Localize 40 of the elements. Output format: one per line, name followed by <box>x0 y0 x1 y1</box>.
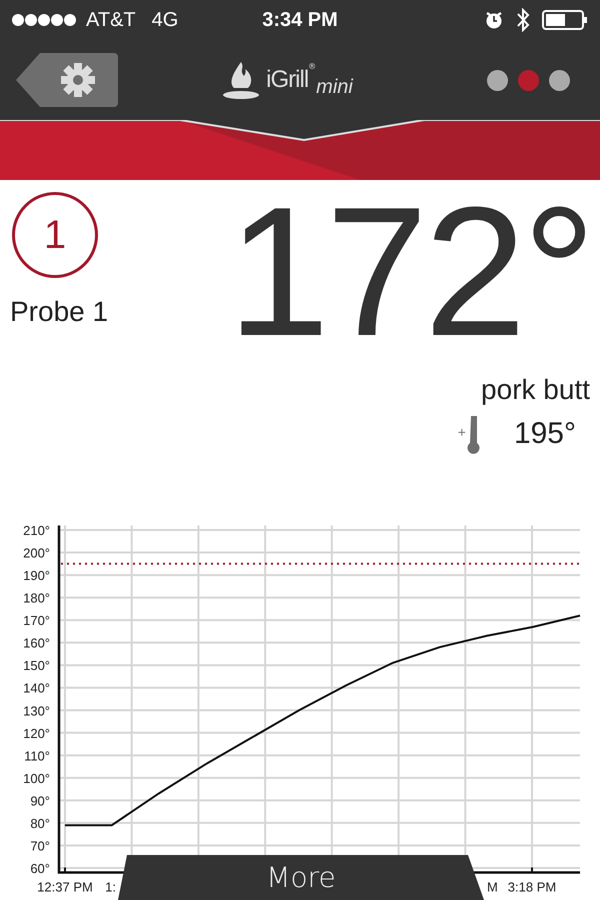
signal-icon <box>12 13 78 27</box>
probe-number: 1 <box>12 192 98 278</box>
preset-name: pork butt <box>481 374 590 406</box>
axis-label: 90° <box>30 793 50 808</box>
flame-icon <box>222 60 260 100</box>
status-time: 3:34 PM <box>262 8 338 32</box>
target-temperature: 195° <box>514 417 576 451</box>
carrier-name: AT&T <box>86 8 136 32</box>
settings-button[interactable] <box>16 53 118 107</box>
page-dot[interactable] <box>518 70 539 90</box>
axis-label: M <box>487 880 498 894</box>
axis-label: 200° <box>23 546 50 561</box>
axis-label: 1: <box>105 880 116 894</box>
axis-label: 170° <box>23 613 50 628</box>
axis-label: 210° <box>23 523 50 538</box>
battery-icon <box>542 10 588 30</box>
axis-label: 120° <box>23 726 50 741</box>
thermometer-icon <box>466 414 480 454</box>
axis-label: 190° <box>23 568 50 584</box>
axis-label: 140° <box>23 680 50 696</box>
bluetooth-icon <box>516 8 530 32</box>
axis-label: 180° <box>23 590 50 606</box>
axis-label: 70° <box>30 838 50 854</box>
axis-label: 60° <box>30 861 50 876</box>
axis-label: 110° <box>24 748 50 764</box>
axis-label: 3:18 PM <box>508 880 556 894</box>
network-type: 4G <box>152 8 178 32</box>
axis-label: 80° <box>30 816 50 831</box>
current-temperature: 172° <box>227 186 592 360</box>
alarm-icon <box>484 10 504 30</box>
axis-label: 12:37 PM <box>37 880 93 894</box>
probe-name: Probe 1 <box>10 296 108 328</box>
page-dot[interactable] <box>549 70 570 90</box>
axis-label: 150° <box>23 658 50 674</box>
plus-sign: + <box>458 424 466 440</box>
axis-label: 160° <box>23 636 50 651</box>
axis-label: 130° <box>23 703 50 718</box>
axis-label: 100° <box>23 770 50 786</box>
more-button[interactable]: More <box>118 855 484 900</box>
page-dot[interactable] <box>487 70 508 90</box>
